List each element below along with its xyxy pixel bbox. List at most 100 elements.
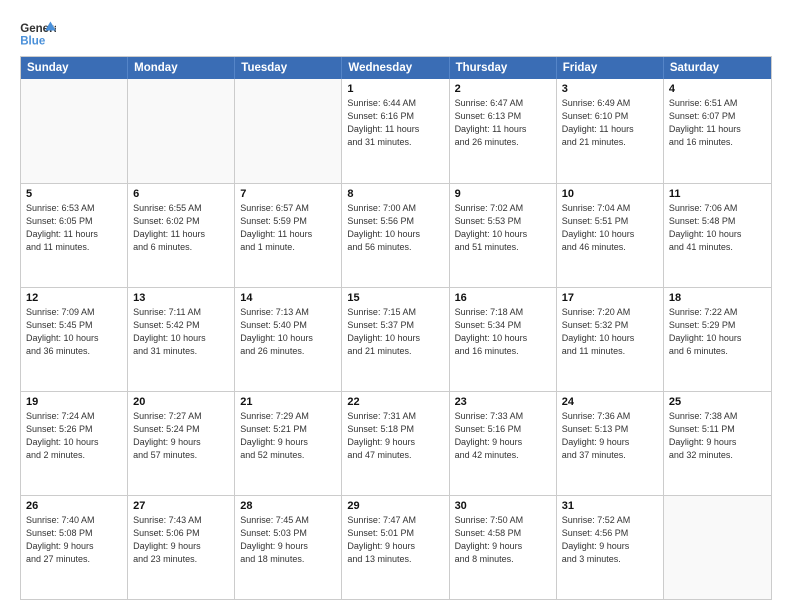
day-number: 23: [455, 396, 551, 408]
day-info: Sunrise: 7:04 AM Sunset: 5:51 PM Dayligh…: [562, 202, 658, 254]
day-info: Sunrise: 7:50 AM Sunset: 4:58 PM Dayligh…: [455, 514, 551, 566]
day-number: 26: [26, 500, 122, 512]
calendar-row: 12Sunrise: 7:09 AM Sunset: 5:45 PM Dayli…: [21, 287, 771, 391]
calendar-cell: 22 Sunrise: 7:31 AM Sunset: 5:18 PM Dayli…: [342, 392, 449, 495]
calendar-row: 26 Sunrise: 7:40 AM Sunset: 5:08 PM Dayli…: [21, 495, 771, 599]
calendar-cell: 31 Sunrise: 7:52 AM Sunset: 4:56 PM Dayli…: [557, 496, 664, 599]
calendar-cell: 8Sunrise: 7:00 AM Sunset: 5:56 PM Daylig…: [342, 184, 449, 287]
weekday-header: Thursday: [450, 57, 557, 79]
header: General Blue: [20, 18, 772, 50]
day-number: 13: [133, 292, 229, 304]
day-info: Sunrise: 7:33 AM Sunset: 5:16 PM Dayligh…: [455, 410, 551, 462]
calendar-cell: 5 Sunrise: 6:53 AM Sunset: 6:05 PM Daylig…: [21, 184, 128, 287]
calendar-cell: 20 Sunrise: 7:27 AM Sunset: 5:24 PM Dayli…: [128, 392, 235, 495]
calendar-cell: [21, 79, 128, 183]
day-info: Sunrise: 6:53 AM Sunset: 6:05 PM Dayligh…: [26, 202, 122, 254]
calendar: SundayMondayTuesdayWednesdayThursdayFrid…: [20, 56, 772, 600]
day-info: Sunrise: 6:55 AM Sunset: 6:02 PM Dayligh…: [133, 202, 229, 254]
day-info: Sunrise: 7:27 AM Sunset: 5:24 PM Dayligh…: [133, 410, 229, 462]
calendar-cell: 30 Sunrise: 7:50 AM Sunset: 4:58 PM Dayli…: [450, 496, 557, 599]
page: General Blue SundayMondayTuesdayWednesda…: [0, 0, 792, 612]
calendar-cell: [128, 79, 235, 183]
day-number: 3: [562, 83, 658, 95]
calendar-cell: 23 Sunrise: 7:33 AM Sunset: 5:16 PM Dayli…: [450, 392, 557, 495]
calendar-cell: 14Sunrise: 7:13 AM Sunset: 5:40 PM Dayli…: [235, 288, 342, 391]
calendar-cell: 28 Sunrise: 7:45 AM Sunset: 5:03 PM Dayli…: [235, 496, 342, 599]
calendar-row: 5 Sunrise: 6:53 AM Sunset: 6:05 PM Daylig…: [21, 183, 771, 287]
calendar-header: SundayMondayTuesdayWednesdayThursdayFrid…: [21, 57, 771, 79]
weekday-header: Monday: [128, 57, 235, 79]
day-number: 17: [562, 292, 658, 304]
day-info: Sunrise: 7:02 AM Sunset: 5:53 PM Dayligh…: [455, 202, 551, 254]
day-info: Sunrise: 7:00 AM Sunset: 5:56 PM Dayligh…: [347, 202, 443, 254]
day-info: Sunrise: 7:40 AM Sunset: 5:08 PM Dayligh…: [26, 514, 122, 566]
weekday-header: Wednesday: [342, 57, 449, 79]
calendar-cell: [664, 496, 771, 599]
day-number: 4: [669, 83, 766, 95]
calendar-cell: 26 Sunrise: 7:40 AM Sunset: 5:08 PM Dayli…: [21, 496, 128, 599]
day-info: Sunrise: 7:43 AM Sunset: 5:06 PM Dayligh…: [133, 514, 229, 566]
calendar-cell: 7Sunrise: 6:57 AM Sunset: 5:59 PM Daylig…: [235, 184, 342, 287]
day-info: Sunrise: 6:51 AM Sunset: 6:07 PM Dayligh…: [669, 97, 766, 149]
calendar-cell: 9 Sunrise: 7:02 AM Sunset: 5:53 PM Daylig…: [450, 184, 557, 287]
calendar-cell: 25 Sunrise: 7:38 AM Sunset: 5:11 PM Dayli…: [664, 392, 771, 495]
day-number: 19: [26, 396, 122, 408]
day-info: Sunrise: 7:31 AM Sunset: 5:18 PM Dayligh…: [347, 410, 443, 462]
svg-text:Blue: Blue: [20, 36, 46, 48]
day-info: Sunrise: 7:18 AM Sunset: 5:34 PM Dayligh…: [455, 306, 551, 358]
day-info: Sunrise: 7:24 AM Sunset: 5:26 PM Dayligh…: [26, 410, 122, 462]
day-number: 9: [455, 188, 551, 200]
day-info: Sunrise: 7:47 AM Sunset: 5:01 PM Dayligh…: [347, 514, 443, 566]
calendar-cell: 17 Sunrise: 7:20 AM Sunset: 5:32 PM Dayli…: [557, 288, 664, 391]
day-number: 5: [26, 188, 122, 200]
day-number: 15: [347, 292, 443, 304]
calendar-body: 1Sunrise: 6:44 AM Sunset: 6:16 PM Daylig…: [21, 79, 771, 599]
calendar-cell: 15 Sunrise: 7:15 AM Sunset: 5:37 PM Dayli…: [342, 288, 449, 391]
calendar-cell: 27 Sunrise: 7:43 AM Sunset: 5:06 PM Dayli…: [128, 496, 235, 599]
day-info: Sunrise: 7:38 AM Sunset: 5:11 PM Dayligh…: [669, 410, 766, 462]
weekday-header: Tuesday: [235, 57, 342, 79]
day-info: Sunrise: 7:11 AM Sunset: 5:42 PM Dayligh…: [133, 306, 229, 358]
calendar-cell: 2Sunrise: 6:47 AM Sunset: 6:13 PM Daylig…: [450, 79, 557, 183]
weekday-header: Sunday: [21, 57, 128, 79]
day-number: 24: [562, 396, 658, 408]
day-info: Sunrise: 6:47 AM Sunset: 6:13 PM Dayligh…: [455, 97, 551, 149]
day-info: Sunrise: 7:20 AM Sunset: 5:32 PM Dayligh…: [562, 306, 658, 358]
calendar-cell: 6Sunrise: 6:55 AM Sunset: 6:02 PM Daylig…: [128, 184, 235, 287]
calendar-cell: 10 Sunrise: 7:04 AM Sunset: 5:51 PM Dayli…: [557, 184, 664, 287]
day-number: 25: [669, 396, 766, 408]
day-info: Sunrise: 7:45 AM Sunset: 5:03 PM Dayligh…: [240, 514, 336, 566]
calendar-cell: 1Sunrise: 6:44 AM Sunset: 6:16 PM Daylig…: [342, 79, 449, 183]
day-number: 14: [240, 292, 336, 304]
day-info: Sunrise: 7:09 AM Sunset: 5:45 PM Dayligh…: [26, 306, 122, 358]
day-info: Sunrise: 6:44 AM Sunset: 6:16 PM Dayligh…: [347, 97, 443, 149]
day-number: 31: [562, 500, 658, 512]
day-number: 20: [133, 396, 229, 408]
day-number: 30: [455, 500, 551, 512]
day-info: Sunrise: 7:36 AM Sunset: 5:13 PM Dayligh…: [562, 410, 658, 462]
day-number: 21: [240, 396, 336, 408]
day-info: Sunrise: 7:15 AM Sunset: 5:37 PM Dayligh…: [347, 306, 443, 358]
calendar-cell: 16 Sunrise: 7:18 AM Sunset: 5:34 PM Dayli…: [450, 288, 557, 391]
day-number: 28: [240, 500, 336, 512]
calendar-cell: 11 Sunrise: 7:06 AM Sunset: 5:48 PM Dayli…: [664, 184, 771, 287]
logo: General Blue: [20, 18, 56, 50]
calendar-cell: [235, 79, 342, 183]
calendar-row: 1Sunrise: 6:44 AM Sunset: 6:16 PM Daylig…: [21, 79, 771, 183]
calendar-cell: 4 Sunrise: 6:51 AM Sunset: 6:07 PM Daylig…: [664, 79, 771, 183]
day-info: Sunrise: 7:52 AM Sunset: 4:56 PM Dayligh…: [562, 514, 658, 566]
day-info: Sunrise: 7:06 AM Sunset: 5:48 PM Dayligh…: [669, 202, 766, 254]
day-number: 10: [562, 188, 658, 200]
day-number: 22: [347, 396, 443, 408]
calendar-cell: 3 Sunrise: 6:49 AM Sunset: 6:10 PM Daylig…: [557, 79, 664, 183]
calendar-cell: 29Sunrise: 7:47 AM Sunset: 5:01 PM Dayli…: [342, 496, 449, 599]
day-info: Sunrise: 6:49 AM Sunset: 6:10 PM Dayligh…: [562, 97, 658, 149]
day-info: Sunrise: 7:29 AM Sunset: 5:21 PM Dayligh…: [240, 410, 336, 462]
day-number: 11: [669, 188, 766, 200]
calendar-cell: 13 Sunrise: 7:11 AM Sunset: 5:42 PM Dayli…: [128, 288, 235, 391]
day-number: 27: [133, 500, 229, 512]
weekday-header: Saturday: [664, 57, 771, 79]
calendar-cell: 19 Sunrise: 7:24 AM Sunset: 5:26 PM Dayli…: [21, 392, 128, 495]
calendar-cell: 12Sunrise: 7:09 AM Sunset: 5:45 PM Dayli…: [21, 288, 128, 391]
day-number: 16: [455, 292, 551, 304]
